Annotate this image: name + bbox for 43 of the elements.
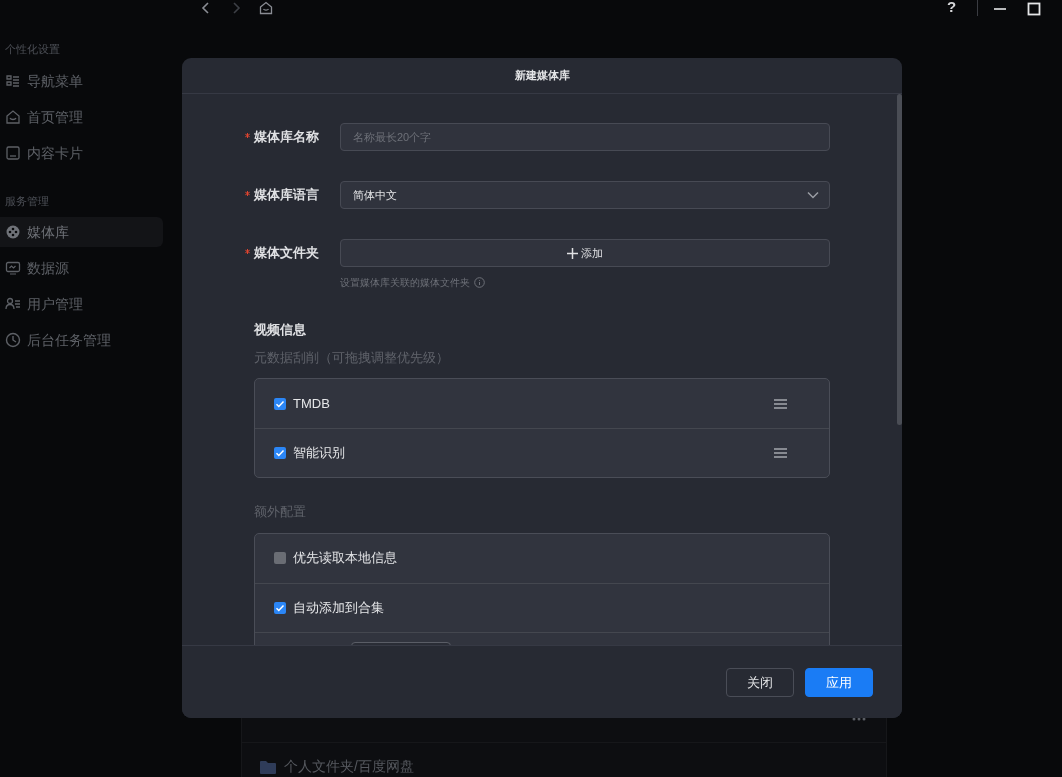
apply-button[interactable]: 应用 [805,668,873,697]
scrollbar-thumb[interactable] [897,94,902,425]
checkbox[interactable] [274,397,286,410]
language-select[interactable]: 简体中文 [340,181,830,209]
close-button[interactable]: 关闭 [726,668,794,697]
sidebar-item[interactable]: 数据源 [0,253,163,283]
option-label[interactable]: TMDB [293,393,767,414]
home-icon [5,109,21,125]
option-label[interactable]: 自动添加到合集 [293,597,787,618]
option-label[interactable]: 优先读取本地信息 [293,548,787,568]
sidebar-item[interactable]: 导航菜单 [0,66,163,96]
sidebar-item[interactable]: 用户管理 [0,289,163,319]
film-reel-icon [5,224,21,240]
checkbox[interactable] [274,601,286,614]
option-label[interactable]: 智能识别 [293,443,767,463]
chevron-down-icon [807,191,819,199]
drag-handle-icon[interactable] [774,448,787,458]
field-label: 媒体库语言 [254,186,319,205]
maximize-icon[interactable] [1027,2,1041,16]
user-list-icon [5,296,21,312]
add-folder-button[interactable]: 添加 [340,239,830,267]
dialog-title: 新建媒体库 [514,68,570,84]
home-icon[interactable] [259,1,273,15]
clock-icon [5,332,21,348]
section-title: 视频信息 [254,321,307,339]
checkbox[interactable] [274,552,286,564]
sidebar-item[interactable]: 后台任务管理 [0,325,163,355]
sidebar-item[interactable]: 内容卡片 [0,138,163,168]
list-icon [5,73,21,89]
monitor-icon [5,260,21,276]
help-button[interactable]: ? [947,0,957,16]
plus-icon [567,247,578,259]
section-title: 服务管理 [4,194,50,209]
folder-path[interactable]: 个人文件夹/百度网盘 [284,756,414,777]
drag-handle-icon[interactable] [774,398,787,409]
checkbox[interactable] [274,447,286,459]
field-label: 媒体库名称 [254,128,319,147]
field-label: 媒体文件夹 [254,244,319,263]
sidebar-item[interactable]: 首页管理 [0,102,163,132]
section-title: 个性化设置 [4,42,61,57]
sidebar-item[interactable]: 媒体库 [0,217,163,247]
card-icon [5,145,21,161]
info-icon [474,277,485,288]
